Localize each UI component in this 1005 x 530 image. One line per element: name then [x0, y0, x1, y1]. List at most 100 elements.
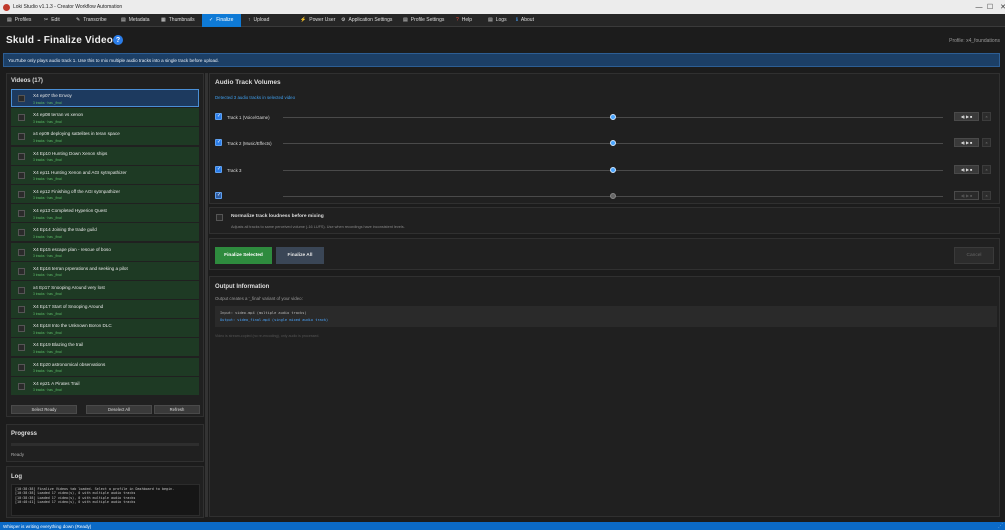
list-item[interactable]: x4 Ep17 Snooping Around very lost 3 track…: [11, 280, 199, 299]
settings-doc-icon: ▤: [403, 17, 408, 23]
video-checkbox[interactable]: [18, 382, 25, 390]
audio-track-panel: Audio Track Volumes Detected 3 audio tra…: [209, 73, 1000, 204]
list-item[interactable]: X4 Ep18 Into the Unknown Boron DLC 3 trac…: [11, 319, 199, 338]
upload-icon: ↑: [248, 17, 251, 23]
tab-help[interactable]: ? Help: [449, 14, 481, 27]
tab-transcribe[interactable]: ✎ Transcribe: [69, 14, 114, 27]
track-enable-checkbox[interactable]: ✓: [215, 113, 222, 120]
finalize-selected-button[interactable]: Finalize Selected: [215, 247, 272, 264]
video-status: 3 tracks · has _final: [33, 311, 62, 316]
volume-slider-handle[interactable]: [610, 140, 616, 146]
video-checkbox[interactable]: [18, 344, 25, 352]
list-item[interactable]: X4 Ep20 astronomical observations 3 track…: [11, 357, 199, 376]
list-item[interactable]: X4 ep07 the Envoy 3 tracks · has _final: [11, 89, 199, 107]
preview-button[interactable]: ◀) ▶ ■: [954, 112, 979, 121]
tab-power-user[interactable]: ⚡ Power User: [293, 14, 335, 27]
remove-track-button[interactable]: ×: [982, 138, 991, 147]
tab-about[interactable]: ℹ About: [509, 14, 543, 27]
volume-slider-handle[interactable]: [610, 193, 616, 199]
video-status: 3 tracks · has _final: [33, 254, 62, 258]
tab-edit[interactable]: ✂ Edit: [37, 14, 69, 27]
tab-label: Profile Settings: [410, 17, 445, 23]
video-title: X4 Ep17 Start of Snooping Around: [33, 304, 104, 310]
normalize-panel: Normalize track loudness before mixing A…: [209, 207, 1000, 234]
select-ready-button[interactable]: Select Ready: [11, 405, 77, 414]
remove-track-button[interactable]: ×: [982, 191, 991, 200]
video-checkbox[interactable]: [18, 229, 25, 237]
track-enable-checkbox[interactable]: ✓: [215, 166, 222, 173]
list-item[interactable]: X4 ep12 Finishing off the AGI sytmpathiz…: [11, 184, 199, 203]
video-checkbox[interactable]: [18, 267, 25, 275]
help-icon[interactable]: ?: [113, 35, 123, 45]
tab-upload[interactable]: ↑ Upload: [241, 14, 293, 27]
scissors-icon: ✂: [44, 17, 49, 23]
video-status: 3 tracks · has _final: [33, 100, 62, 105]
status-text: Whisper is writing everything down (Read…: [3, 523, 92, 529]
video-checkbox[interactable]: [18, 114, 25, 122]
video-checkbox[interactable]: [18, 210, 25, 218]
log-output[interactable]: [10:38:38] Finalize Videos tab loaded. S…: [11, 484, 200, 516]
normalize-label: Normalize track loudness before mixing: [231, 214, 324, 219]
video-title: X4 Ep15 escape plan - rescue of boso: [33, 246, 111, 252]
list-item[interactable]: X4 ep11 Hunting Xenon and AGI sytmpathiz…: [11, 165, 199, 184]
video-checkbox[interactable]: [18, 363, 25, 371]
tab-finalize[interactable]: ✓ Finalize: [202, 13, 241, 27]
video-title: x4 ep09 deploying sattelites in teran sp…: [33, 131, 120, 137]
videos-panel: Videos (17) X4 ep07 the Envoy 3 tracks · …: [6, 73, 204, 417]
deselect-all-button[interactable]: Deselect All: [86, 405, 152, 414]
tab-profiles[interactable]: ▤ Profiles: [0, 14, 37, 27]
list-item[interactable]: X4 Ep19 Blazing the trail 3 tracks · has …: [11, 338, 199, 357]
video-checkbox[interactable]: [18, 190, 25, 198]
track-enable-checkbox[interactable]: ✓: [215, 139, 222, 146]
list-item[interactable]: X4 Ep15 escape plan - rescue of boso 3 tr…: [11, 242, 199, 261]
tab-logs[interactable]: ▤ Logs: [481, 14, 509, 27]
resize-grip-icon[interactable]: ⋰: [998, 523, 1003, 529]
video-checkbox[interactable]: [18, 248, 25, 256]
list-item[interactable]: X4 ep08 terran vs xenon 3 tracks · has _f…: [11, 108, 199, 127]
tab-metadata[interactable]: ▤ Metadata: [114, 14, 154, 27]
tab-application-settings[interactable]: ⚙ Application Settings: [334, 14, 396, 27]
tab-label: Application Settings: [348, 17, 393, 23]
finalize-all-button[interactable]: Finalize All: [276, 247, 324, 264]
videos-title: Videos (17): [11, 78, 43, 84]
list-item[interactable]: X4 ep21 A Pirates Trail 3 tracks · has _f…: [11, 376, 199, 395]
tab-profile-settings[interactable]: ▤ Profile Settings: [396, 14, 449, 27]
refresh-button[interactable]: Refresh: [154, 405, 200, 414]
video-checkbox[interactable]: [18, 286, 25, 294]
list-item[interactable]: X4 ep13 Completed Hyperion Quest 3 tracks…: [11, 204, 199, 223]
video-checkbox[interactable]: [18, 171, 25, 179]
volume-slider-handle[interactable]: [610, 114, 616, 120]
video-status: 3 tracks · has _final: [33, 349, 62, 354]
list-item[interactable]: x4 ep09 deploying sattelites in teran sp…: [11, 127, 199, 146]
list-item[interactable]: X4 Ep17 Start of Snooping Around 3 tracks…: [11, 300, 199, 319]
preview-button[interactable]: ◀) ▶ ■: [954, 191, 979, 200]
tab-label: Metadata: [128, 17, 150, 23]
audio-track-row: ✓ ◀) ▶ ■ ×: [215, 191, 997, 201]
close-button[interactable]: ✕: [991, 0, 1005, 14]
preview-button[interactable]: ◀) ▶ ■: [954, 165, 979, 174]
videos-list[interactable]: X4 ep07 the Envoy 3 tracks · has _final X4…: [11, 89, 199, 401]
info-banner: YouTube only plays audio track 1. Use th…: [3, 53, 1000, 67]
video-status: 3 tracks · has _final: [33, 177, 62, 182]
video-title: X4 Ep20 astronomical observations: [33, 361, 106, 367]
tab-thumbnails[interactable]: ▦ Thumbnails: [154, 14, 202, 27]
video-checkbox[interactable]: [18, 306, 25, 314]
video-checkbox[interactable]: [18, 152, 25, 160]
remove-track-button[interactable]: ×: [982, 112, 991, 121]
tab-label: Transcribe: [83, 17, 107, 23]
audio-track-row: ✓ Track 1 (Voice/Game) ◀) ▶ ■ ×: [215, 112, 997, 122]
volume-slider-handle[interactable]: [610, 167, 616, 173]
video-checkbox[interactable]: [18, 95, 25, 102]
list-item[interactable]: X4 Ep10 Hunting Down Xenon ships 3 tracks…: [11, 146, 199, 165]
video-checkbox[interactable]: [18, 325, 25, 333]
list-item[interactable]: X4 Ep16 terran prperations and seeking a…: [11, 261, 199, 280]
track-enable-checkbox[interactable]: ✓: [215, 192, 222, 199]
panel-splitter[interactable]: [205, 73, 208, 517]
document-icon: ▤: [121, 17, 126, 23]
normalize-checkbox[interactable]: [216, 214, 223, 221]
preview-button[interactable]: ◀) ▶ ■: [954, 138, 979, 147]
remove-track-button[interactable]: ×: [982, 165, 991, 174]
video-checkbox[interactable]: [18, 133, 25, 141]
cancel-button[interactable]: Cancel: [954, 247, 994, 264]
list-item[interactable]: X4 Ep14 Joining the trade guild 3 tracks …: [11, 223, 199, 242]
